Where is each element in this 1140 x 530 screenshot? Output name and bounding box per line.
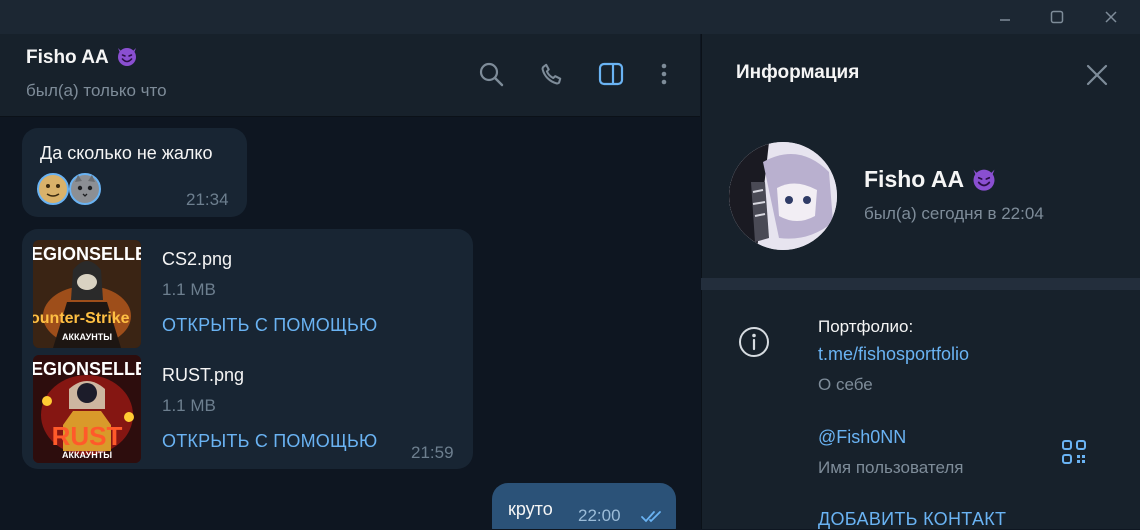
smiling-devil-emoji: [118, 47, 137, 66]
thumbnail-caption: АККАУНТЫ: [61, 450, 113, 460]
thumbnail-brand-text: EGIONSELLE: [33, 244, 141, 264]
window-close-icon[interactable]: [1088, 0, 1134, 34]
window-titlebar: [0, 0, 1140, 34]
face-emoji: [37, 173, 69, 205]
file-size: 1.1 MB: [162, 280, 216, 299]
file-name: CS2.png: [162, 249, 233, 269]
double-check-icon: [641, 511, 661, 523]
profile-name: Fisho AA: [864, 166, 998, 193]
cat-emoji: [69, 173, 101, 205]
sticker-row: [36, 172, 104, 206]
profile-name-text: Fisho AA: [864, 166, 964, 192]
maximize-icon[interactable]: [1034, 0, 1080, 34]
bio-link[interactable]: t.me/fishosportfolio: [818, 344, 969, 365]
info-icon: [737, 325, 771, 364]
thumbnail-brand-text: EGIONSELLE: [33, 359, 141, 379]
chat-status: был(а) только что: [26, 81, 167, 100]
message-text: Да сколько не жалко: [40, 143, 213, 163]
smiling-devil-emoji: [973, 169, 995, 191]
open-with-button[interactable]: ОТКРЫТЬ С ПОМОЩЬЮ: [162, 431, 377, 452]
phone-icon[interactable]: [534, 56, 570, 92]
close-icon[interactable]: [1084, 62, 1110, 93]
file-thumbnail[interactable]: EGIONSELLE RUST АККАУНТЫ: [33, 355, 141, 463]
thumbnail-caption: АККАУНТЫ: [61, 332, 113, 342]
qr-code-icon[interactable]: [1061, 439, 1087, 470]
message-list[interactable]: Да сколько не жалко 21:34 EGIONSELLE oun…: [0, 117, 700, 529]
section-divider: [701, 278, 1140, 290]
file-name: RUST.png: [162, 365, 245, 385]
file-thumbnail[interactable]: EGIONSELLE ounter-Strike АККАУНТЫ: [33, 240, 141, 348]
bio-label: Портфолио:: [818, 317, 914, 336]
avatar[interactable]: [729, 142, 837, 250]
more-vertical-icon[interactable]: [646, 56, 682, 92]
profile-status: был(а) сегодня в 22:04: [864, 204, 1044, 223]
thumbnail-game-text: RUST: [51, 421, 123, 451]
search-icon[interactable]: [473, 56, 509, 92]
file-size: 1.1 MB: [162, 396, 216, 415]
sidebar-toggle-icon[interactable]: [593, 56, 629, 92]
message-time: 22:00: [578, 506, 621, 525]
info-panel-title: Информация: [736, 62, 860, 83]
username-link[interactable]: @Fish0NN: [818, 427, 906, 448]
chat-title-text: Fisho AA: [26, 47, 108, 68]
bio-caption: О себе: [818, 375, 873, 394]
username-caption: Имя пользователя: [818, 458, 964, 477]
message-time: 21:34: [186, 190, 229, 209]
open-with-button[interactable]: ОТКРЫТЬ С ПОМОЩЬЮ: [162, 315, 377, 336]
minimize-icon[interactable]: [982, 0, 1028, 34]
add-contact-button[interactable]: ДОБАВИТЬ КОНТАКТ: [818, 509, 1006, 530]
message-time: 21:59: [411, 443, 454, 462]
chat-title[interactable]: Fisho AA: [26, 47, 139, 69]
message-text: круто: [508, 499, 553, 519]
thumbnail-game-text: ounter-Strike: [33, 310, 130, 327]
